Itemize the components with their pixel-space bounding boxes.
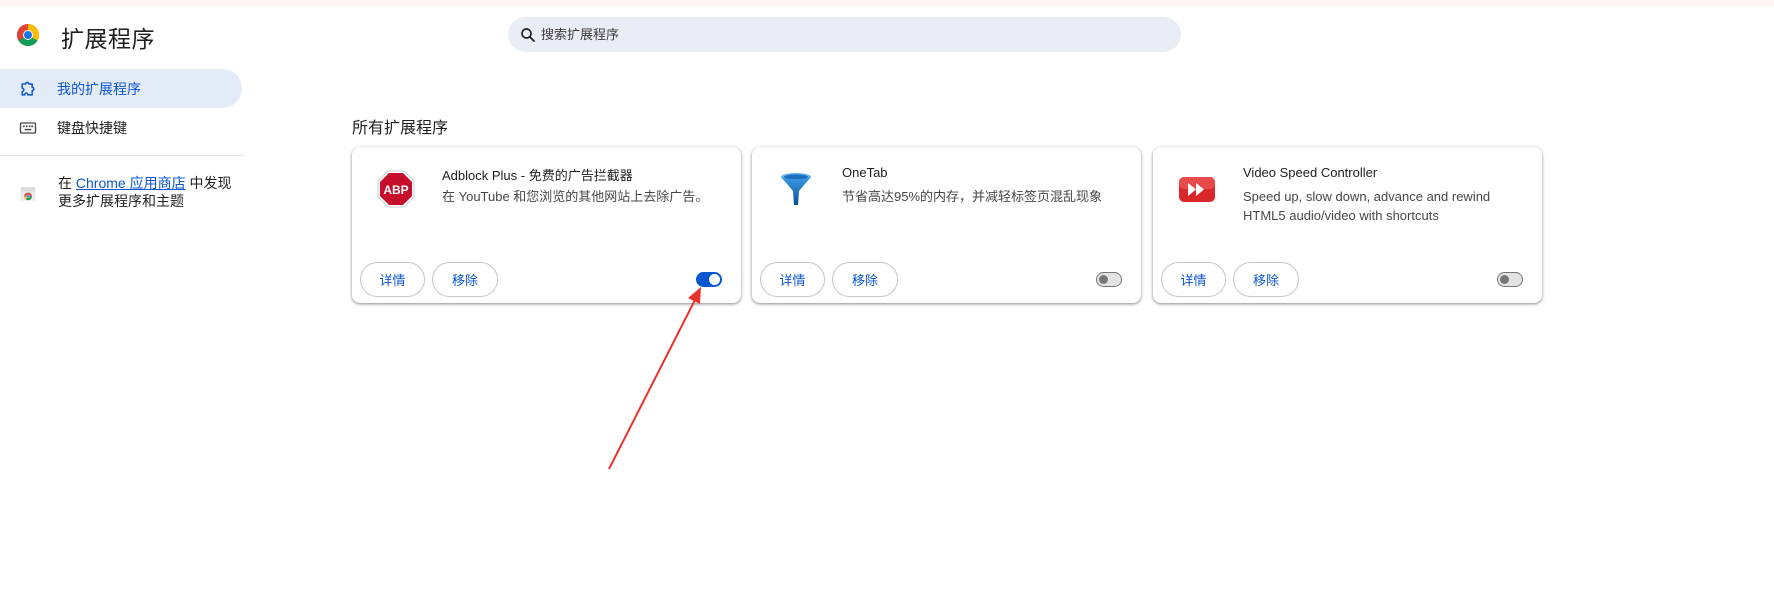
remove-button[interactable]: 移除 bbox=[1233, 262, 1299, 297]
extension-name: OneTab bbox=[842, 165, 888, 180]
sidebar-item-label: 我的扩展程序 bbox=[57, 80, 141, 97]
sidebar-item-label: 键盘快捷键 bbox=[57, 119, 127, 136]
remove-button[interactable]: 移除 bbox=[832, 262, 898, 297]
sidebar-divider bbox=[0, 155, 244, 156]
store-prefix: 在 bbox=[58, 175, 72, 191]
extension-card-adblock-plus: ABP Adblock Plus - 免费的广告拦截器 在 YouTube 和您… bbox=[352, 147, 741, 303]
svg-text:ABP: ABP bbox=[383, 183, 408, 197]
enable-toggle[interactable] bbox=[1497, 272, 1523, 287]
enable-toggle[interactable] bbox=[1096, 272, 1122, 287]
search-input[interactable] bbox=[541, 27, 1141, 42]
details-button[interactable]: 详情 bbox=[360, 262, 425, 297]
toggle-knob bbox=[1099, 275, 1108, 284]
extension-card-video-speed-controller: Video Speed Controller Speed up, slow do… bbox=[1153, 147, 1542, 303]
details-button[interactable]: 详情 bbox=[1161, 262, 1226, 297]
web-store-promo: 在 Chrome 应用商店 中发现更多扩展程序和主题 bbox=[58, 174, 238, 210]
section-title: 所有扩展程序 bbox=[352, 120, 449, 137]
remove-button[interactable]: 移除 bbox=[432, 262, 498, 297]
sidebar-item-keyboard-shortcuts[interactable]: 键盘快捷键 bbox=[0, 108, 242, 147]
top-band bbox=[0, 0, 1774, 6]
extension-card-onetab: OneTab 节省高达95%的内存，并减轻标签页混乱现象 详情 移除 bbox=[752, 147, 1141, 303]
extension-description: 在 YouTube 和您浏览的其他网站上去除广告。 bbox=[442, 189, 709, 204]
toggle-knob bbox=[709, 274, 720, 285]
web-store-icon bbox=[20, 187, 36, 201]
chrome-web-store-link[interactable]: Chrome 应用商店 bbox=[76, 175, 186, 191]
chrome-logo-icon bbox=[17, 24, 39, 46]
keyboard-icon bbox=[19, 121, 37, 134]
page-title: 扩展程序 bbox=[61, 26, 155, 52]
enable-toggle[interactable] bbox=[696, 272, 722, 287]
extension-name: Video Speed Controller bbox=[1243, 165, 1378, 180]
sidebar-item-my-extensions[interactable]: 我的扩展程序 bbox=[0, 69, 242, 108]
extension-description: 节省高达95%的内存，并减轻标签页混乱现象 bbox=[842, 189, 1103, 204]
toggle-knob bbox=[1500, 275, 1509, 284]
abp-octagon-icon: ABP bbox=[377, 170, 415, 208]
search-bar[interactable] bbox=[508, 17, 1181, 52]
video-speed-controller-icon bbox=[1179, 177, 1215, 202]
extension-name: Adblock Plus - 免费的广告拦截器 bbox=[442, 168, 633, 183]
onetab-funnel-icon bbox=[781, 173, 811, 205]
extension-description: Speed up, slow down, advance and rewind … bbox=[1243, 189, 1491, 223]
details-button[interactable]: 详情 bbox=[760, 262, 825, 297]
search-icon bbox=[521, 27, 535, 42]
extension-puzzle-icon bbox=[21, 81, 35, 96]
